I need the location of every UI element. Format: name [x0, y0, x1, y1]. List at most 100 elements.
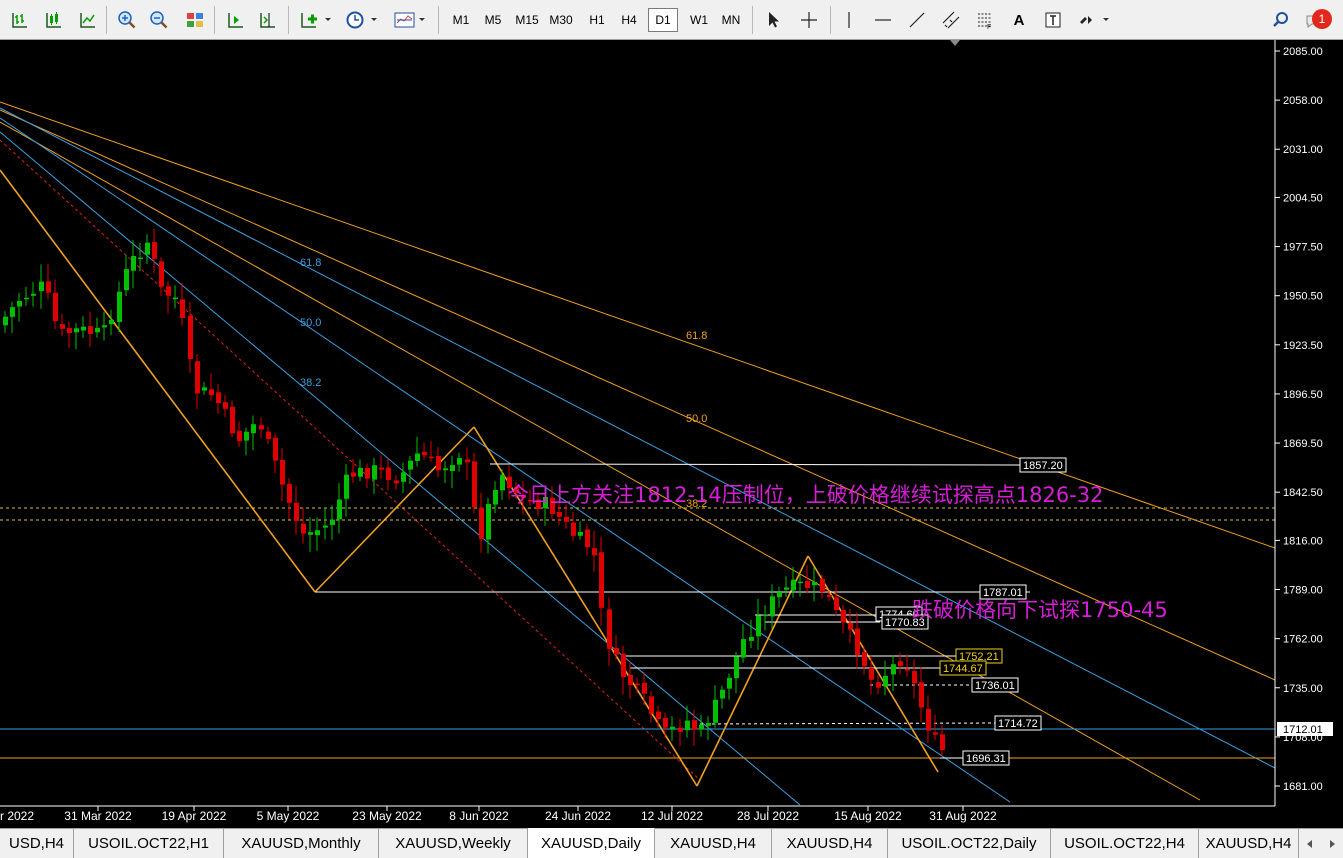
candle-body	[933, 732, 938, 735]
tab-xauusd-h4-2[interactable]: XAUUSD,H4	[772, 829, 888, 858]
line-chart-icon[interactable]	[74, 7, 100, 33]
text-icon[interactable]: A	[1006, 7, 1032, 33]
timeframe-m30-button[interactable]: M30	[546, 8, 576, 32]
price-label: 1977.50	[1283, 242, 1323, 254]
timeframe-h1-button[interactable]: H1	[582, 8, 612, 32]
tab-xauusd-daily[interactable]: XAUUSD,Daily	[528, 828, 655, 858]
candle-body	[585, 529, 590, 548]
tab-usoil-oct22-daily[interactable]: USOIL.OCT22,Daily	[888, 829, 1051, 858]
candle-body	[131, 256, 136, 271]
candle-body	[670, 726, 675, 730]
templates-icon[interactable]	[390, 7, 430, 33]
candle-body	[891, 664, 896, 675]
tab-xauusd-h4-1[interactable]: XAUUSD,H4	[655, 829, 772, 858]
tab-scroll-arrows[interactable]	[1299, 829, 1343, 858]
trendline-icon[interactable]	[904, 7, 930, 33]
candle-body	[912, 671, 917, 684]
price-label: 1816.00	[1283, 535, 1323, 547]
candle-body	[138, 257, 143, 260]
candle-body	[202, 387, 207, 391]
timeframe-m15-button[interactable]: M15	[512, 8, 542, 32]
candle-body	[642, 682, 647, 694]
candle-body	[372, 465, 377, 480]
candle-body	[450, 465, 455, 471]
date-label: r 2022	[0, 809, 34, 823]
candle-body	[607, 609, 612, 649]
add-indicator-icon[interactable]	[296, 7, 336, 33]
timeframe-h4-button[interactable]: H4	[614, 8, 644, 32]
candle-body	[109, 319, 114, 325]
timeframe-m1-button[interactable]: M1	[446, 8, 476, 32]
tab-usoil-oct22-h1[interactable]: USOIL.OCT22,H1	[74, 829, 224, 858]
candle-body	[926, 708, 931, 731]
candle-body	[713, 699, 718, 723]
horizontal-line-icon[interactable]	[870, 7, 896, 33]
tab-xauusd-monthly[interactable]: XAUUSD,Monthly	[224, 829, 379, 858]
timeframe-m5-button[interactable]: M5	[478, 8, 508, 32]
auto-scroll-icon[interactable]	[222, 7, 248, 33]
fibonacci-icon[interactable]: F	[972, 7, 998, 33]
candle-body	[599, 552, 604, 608]
candle-body	[500, 475, 505, 491]
tab-usd-h4[interactable]: USD,H4	[0, 829, 74, 858]
date-label: 5 May 2022	[257, 809, 320, 823]
candle-body	[152, 242, 157, 259]
candle-body	[706, 723, 711, 726]
price-chart[interactable]: 61.8 50.0 38.2 61.8 50.0 38.2 1857.20 1787.01 17…	[0, 40, 1343, 828]
candle-body	[741, 639, 746, 658]
periods-icon[interactable]	[342, 7, 382, 33]
candle-body	[869, 667, 874, 680]
candle-body	[564, 516, 569, 522]
bar-chart-icon[interactable]	[6, 7, 32, 33]
candle-body	[365, 468, 370, 479]
candle-body	[24, 297, 29, 300]
arrows-icon[interactable]	[1074, 7, 1114, 33]
crosshair-icon[interactable]	[796, 7, 822, 33]
vertical-line-icon[interactable]	[836, 7, 862, 33]
candlestick-icon[interactable]	[40, 7, 66, 33]
date-label: 31 Mar 2022	[64, 809, 132, 823]
zoom-in-icon[interactable]	[114, 7, 140, 33]
candle-body	[628, 675, 633, 686]
candle-body	[812, 581, 817, 586]
candle-body	[379, 467, 384, 470]
candle-body	[358, 467, 363, 477]
candle-body	[919, 682, 924, 708]
candle-body	[621, 653, 626, 678]
candle-body	[756, 615, 761, 637]
chart-tabs: USD,H4 USOIL.OCT22,H1 XAUUSD,Monthly XAU…	[0, 828, 1343, 858]
equidistant-channel-icon[interactable]	[938, 7, 964, 33]
candle-body	[571, 522, 576, 536]
cursor-icon[interactable]	[760, 7, 786, 33]
tab-usoil-oct22-h4[interactable]: USOIL.OCT22,H4	[1051, 829, 1199, 858]
fib-label-blue: 50.0	[300, 317, 321, 329]
zoom-out-icon[interactable]	[146, 7, 172, 33]
candle-body	[237, 430, 242, 442]
tab-xauusd-h4-3[interactable]: XAUUSD,H4	[1199, 829, 1299, 858]
candle-body	[259, 425, 264, 430]
search-icon[interactable]	[1268, 7, 1294, 33]
price-label: 1681.00	[1283, 781, 1323, 793]
timeframe-w1-button[interactable]: W1	[684, 8, 714, 32]
current-price-label: 1712.01	[1283, 724, 1323, 736]
text-label-icon[interactable]	[1040, 7, 1066, 33]
price-label: 1869.50	[1283, 438, 1323, 450]
candle-body	[287, 484, 292, 503]
candle-body	[883, 675, 888, 687]
candle-body	[88, 326, 93, 334]
candle-body	[145, 242, 150, 255]
candle-body	[422, 451, 427, 456]
candle-body	[230, 406, 235, 434]
candle-body	[53, 292, 58, 321]
price-label: 2031.00	[1283, 144, 1323, 156]
candle-body	[578, 532, 583, 536]
price-label: 1842.50	[1283, 487, 1323, 499]
candle-body	[727, 677, 732, 689]
timeframe-d1-button[interactable]: D1	[648, 8, 678, 32]
candle-body	[244, 431, 249, 441]
candle-body	[749, 637, 754, 641]
chart-shift-icon[interactable]	[254, 7, 280, 33]
tile-windows-icon[interactable]	[182, 7, 208, 33]
tab-xauusd-weekly[interactable]: XAUUSD,Weekly	[379, 829, 528, 858]
timeframe-mn-button[interactable]: MN	[716, 8, 746, 32]
